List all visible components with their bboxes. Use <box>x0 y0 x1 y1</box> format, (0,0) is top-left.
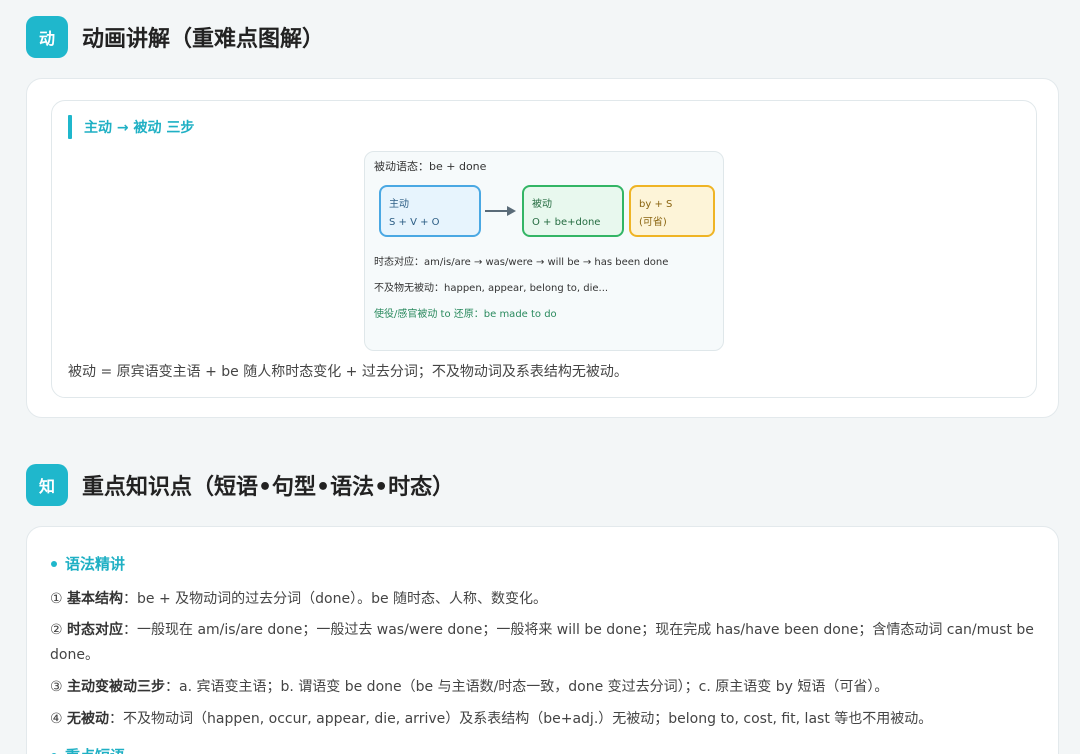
illustration-panel: 主动 → 被动 三步 被动语态：be + done 主动 S + V + O 被… <box>51 100 1037 398</box>
tense-line: 时态对应：am/is/are → was/were → will be → ha… <box>374 257 669 268</box>
phrases-heading-text: 重点短语 <box>65 745 125 754</box>
diagram-title: 被动语态：be + done <box>374 160 487 173</box>
point-number: ② <box>50 622 63 638</box>
animation-card: 主动 → 被动 三步 被动语态：be + done 主动 S + V + O 被… <box>26 78 1059 418</box>
point-text: ：一般现在 am/is/are done；一般过去 was/were done；… <box>50 622 1034 663</box>
passive-label: 被动 <box>532 199 552 210</box>
point-text: ：be + 及物动词的过去分词（done）。be 随时态、人称、数变化。 <box>123 591 548 607</box>
accent-bar <box>68 115 72 139</box>
point-text: ：不及物动词（happen, occur, appear, die, arriv… <box>109 711 933 727</box>
section-badge: 知 <box>26 464 68 506</box>
grammar-point: ① 基本结构：be + 及物动词的过去分词（done）。be 随时态、人称、数变… <box>50 587 1040 612</box>
causative-line: 使役/感官被动 to 还原：be made to do <box>374 309 557 320</box>
grammar-point: ② 时态对应：一般现在 am/is/are done；一般过去 was/were… <box>50 618 1040 668</box>
point-label: 基本结构 <box>67 591 124 607</box>
point-number: ④ <box>50 711 63 727</box>
point-text: ：a. 宾语变主语；b. 谓语变 be done（be 与主语数/时态一致，do… <box>165 679 889 695</box>
phrases-heading: 重点短语 <box>51 745 125 754</box>
intransitive-line: 不及物无被动：happen, appear, belong to, die... <box>374 283 609 294</box>
point-label: 主动变被动三步 <box>67 679 166 695</box>
section-badge: 动 <box>26 16 68 58</box>
point-number: ③ <box>50 679 63 695</box>
diagram-caption: 被动 = 原宾语变主语 + be 随人称时态变化 + 过去分词；不及物动词及系表… <box>68 364 628 380</box>
grammar-heading: 语法精讲 <box>51 553 125 574</box>
passive-voice-diagram: 被动语态：be + done 主动 S + V + O 被动 O + be+do… <box>364 151 724 351</box>
active-voice-box: 主动 S + V + O <box>379 185 481 237</box>
by-note: (可省) <box>639 217 667 228</box>
active-formula: S + V + O <box>389 217 440 228</box>
grammar-point: ④ 无被动：不及物动词（happen, occur, appear, die, … <box>50 707 1040 732</box>
knowledge-card: 语法精讲 ① 基本结构：be + 及物动词的过去分词（done）。be 随时态、… <box>26 526 1059 754</box>
active-label: 主动 <box>389 199 409 210</box>
by-label: by + S <box>639 199 673 210</box>
arrow-right-icon <box>485 206 516 216</box>
passive-voice-box: 被动 O + be+done <box>522 185 624 237</box>
point-label: 时态对应 <box>67 622 124 638</box>
section-title: 重点知识点（短语•句型•语法•时态） <box>82 475 455 500</box>
bullet-dot <box>51 560 57 567</box>
point-label: 无被动 <box>67 711 110 727</box>
grammar-point: ③ 主动变被动三步：a. 宾语变主语；b. 谓语变 be done（be 与主语… <box>50 675 1040 700</box>
point-number: ① <box>50 591 63 607</box>
subsection-title: 主动 → 被动 三步 <box>84 120 195 136</box>
section-header-knowledge: 知 重点知识点（短语•句型•语法•时态） <box>26 464 454 506</box>
passive-formula: O + be+done <box>532 217 601 228</box>
subsection-header: 主动 → 被动 三步 <box>68 115 194 139</box>
by-phrase-box: by + S (可省) <box>629 185 715 237</box>
section-header-animation: 动 动画讲解（重难点图解） <box>26 16 324 58</box>
grammar-heading-text: 语法精讲 <box>65 555 126 573</box>
section-title: 动画讲解（重难点图解） <box>82 27 325 52</box>
